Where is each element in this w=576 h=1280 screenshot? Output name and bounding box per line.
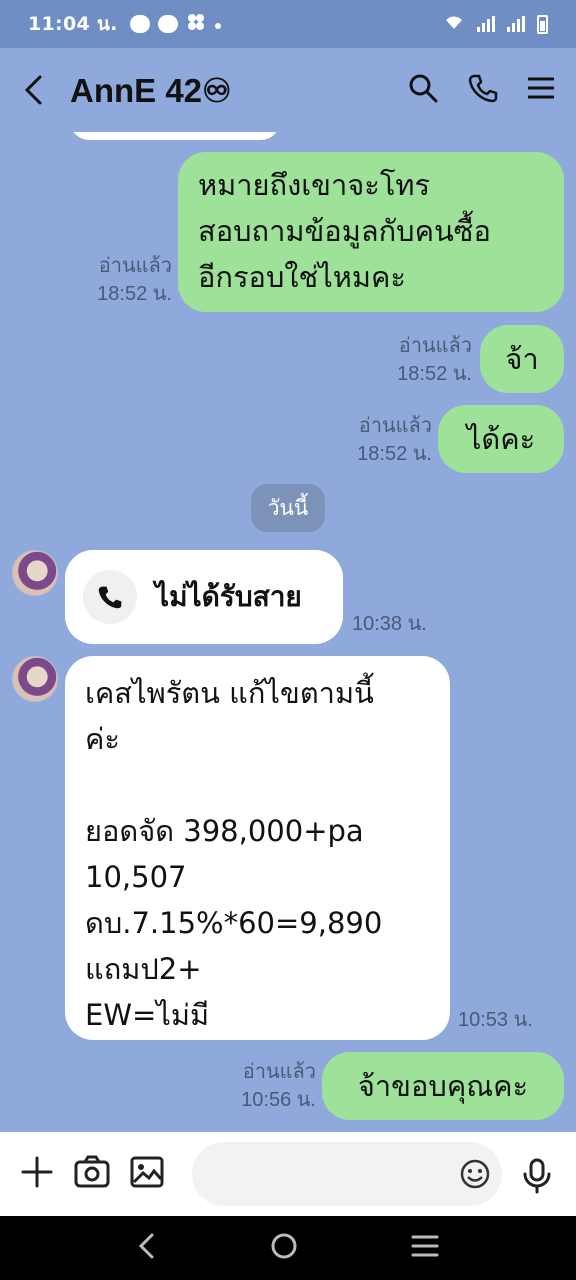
nav-home-icon	[271, 1233, 297, 1259]
message-meta: อ่านแล้ว 18:52 น.	[360, 332, 472, 388]
plus-icon	[21, 1156, 53, 1188]
nav-back-button[interactable]	[137, 1233, 157, 1263]
message-time: 10:38 น.	[352, 613, 427, 635]
message-time: 18:52 น.	[97, 283, 172, 305]
nav-home-button[interactable]	[270, 1232, 298, 1264]
sent-message-bubble[interactable]: หมายถึงเขาจะโทร สอบถามข้อมูลกับคนซื้อ อี…	[178, 152, 564, 312]
emoji-button[interactable]	[460, 1159, 490, 1193]
message-textbox[interactable]	[192, 1142, 502, 1206]
missed-call-label: ไม่ได้รับสาย	[155, 580, 302, 613]
signal-icon	[477, 16, 495, 32]
search-button[interactable]	[408, 73, 438, 107]
message-time: 10:56 น.	[241, 1089, 316, 1111]
phone-icon	[468, 74, 498, 103]
previous-message-bubble[interactable]	[70, 132, 280, 140]
emoji-icon	[460, 1159, 490, 1189]
chat-header: AnnE 42♾	[0, 48, 576, 132]
camera-button[interactable]	[74, 1155, 110, 1193]
call-button[interactable]	[468, 73, 498, 107]
battery-icon	[537, 14, 548, 34]
sent-message-bubble[interactable]: จ้า	[480, 325, 564, 393]
sent-message-bubble[interactable]: จ้าขอบคุณคะ	[322, 1052, 564, 1120]
search-icon	[409, 74, 438, 103]
status-time: 11:04 น.	[28, 13, 118, 35]
camera-icon	[74, 1155, 110, 1188]
wifi-icon	[443, 13, 465, 36]
message-input[interactable]	[192, 1142, 432, 1206]
menu-button[interactable]	[527, 76, 555, 104]
voice-button[interactable]	[522, 1158, 552, 1198]
line-icon	[157, 15, 178, 33]
microphone-icon	[523, 1158, 551, 1194]
date-divider: วันนี้	[251, 484, 325, 532]
gallery-button[interactable]	[130, 1156, 164, 1192]
notification-icons	[129, 12, 222, 37]
contact-name[interactable]: AnnE 42♾	[70, 71, 232, 110]
message-meta: อ่านแล้ว 10:56 น.	[204, 1058, 316, 1114]
read-receipt: อ่านแล้ว	[358, 415, 432, 437]
missed-call-bubble[interactable]: ไม่ได้รับสาย	[65, 550, 343, 644]
phone-icon	[98, 586, 122, 609]
chevron-left-icon	[24, 75, 42, 105]
messenger-icon	[129, 15, 150, 33]
add-button[interactable]	[20, 1155, 54, 1193]
message-time: 18:52 น.	[397, 363, 472, 385]
message-time: 18:52 น.	[357, 443, 432, 465]
back-button[interactable]	[22, 70, 58, 110]
read-receipt: อ่านแล้ว	[98, 255, 172, 277]
message-meta: อ่านแล้ว 18:52 น.	[320, 412, 432, 468]
more-dot-icon	[214, 13, 222, 35]
status-bar: 11:04 น.	[0, 0, 576, 48]
call-circle	[83, 570, 137, 624]
received-message-bubble[interactable]: เคสไพรัตน แก้ไขตามนี้ ค่ะ ยอดจัด 398,000…	[65, 656, 450, 1040]
chat-area[interactable]: อ่านแล้ว 18:52 น. หมายถึงเขาจะโทร สอบถาม…	[0, 132, 576, 1132]
message-time: 10:53 น.	[458, 1009, 533, 1031]
nav-recents-button[interactable]	[411, 1234, 439, 1262]
hamburger-menu-icon	[527, 77, 555, 99]
avatar[interactable]	[12, 550, 58, 596]
pinwheel-icon	[186, 12, 206, 37]
sent-message-bubble[interactable]: ได้คะ	[438, 405, 564, 473]
read-receipt: อ่านแล้ว	[242, 1061, 316, 1083]
message-meta: อ่านแล้ว 18:52 น.	[60, 252, 172, 308]
nav-recents-icon	[411, 1235, 439, 1257]
system-nav-bar	[0, 1216, 576, 1280]
nav-back-icon	[138, 1233, 154, 1259]
message-input-bar	[0, 1132, 576, 1216]
avatar[interactable]	[12, 656, 58, 702]
read-receipt: อ่านแล้ว	[398, 335, 472, 357]
signal-icon-2	[507, 16, 525, 32]
image-icon	[130, 1156, 164, 1188]
